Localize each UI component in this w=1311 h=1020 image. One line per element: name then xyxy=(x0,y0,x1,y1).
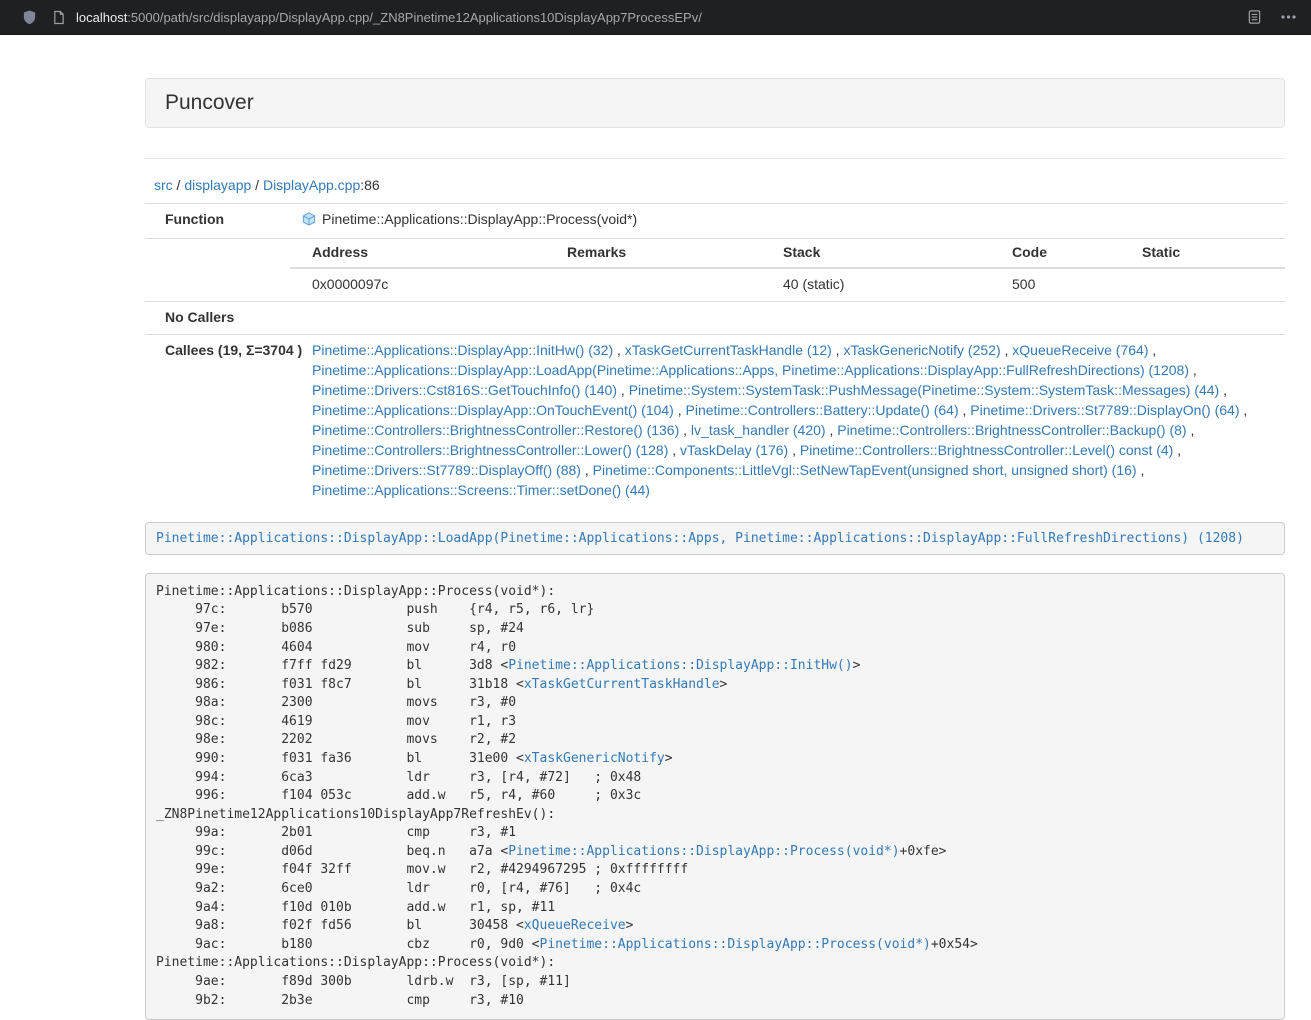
code-symbol-link[interactable]: Pinetime::Applications::DisplayApp::Proc… xyxy=(540,937,931,952)
divider xyxy=(145,158,1285,159)
callee-link[interactable]: lv_task_handler (420) xyxy=(691,422,826,438)
address-value: 0x0000097c xyxy=(290,268,545,301)
stack-value: 40 (static) xyxy=(761,268,990,301)
breadcrumb-separator: / xyxy=(173,177,185,193)
function-table: Function Pinetime::Applications::Display… xyxy=(145,203,1285,507)
code-symbol-link[interactable]: xQueueReceive xyxy=(524,918,626,933)
code-symbol-link[interactable]: Pinetime::Applications::DisplayApp::Proc… xyxy=(508,844,899,859)
col-stack: Stack xyxy=(761,239,990,268)
page-favicon-icon xyxy=(52,10,65,25)
callee-link[interactable]: Pinetime::Drivers::St7789::DisplayOn() (… xyxy=(970,402,1239,418)
callee-link[interactable]: Pinetime::Controllers::BrightnessControl… xyxy=(837,422,1186,438)
callee-link[interactable]: Pinetime::Applications::Screens::Timer::… xyxy=(312,482,650,498)
table-row: No Callers xyxy=(145,301,1285,334)
breadcrumb-separator: / xyxy=(251,177,263,193)
code-symbol-link[interactable]: Pinetime::Applications::DisplayApp::Init… xyxy=(508,658,852,673)
callee-link[interactable]: Pinetime::Controllers::BrightnessControl… xyxy=(312,422,679,438)
code-value: 500 xyxy=(990,268,1120,301)
table-row: Function Pinetime::Applications::Display… xyxy=(145,204,1285,239)
no-callers-label: No Callers xyxy=(145,301,290,334)
callee-link[interactable]: xQueueReceive (764) xyxy=(1012,342,1148,358)
callee-link[interactable]: Pinetime::Applications::DisplayApp::Load… xyxy=(312,362,1189,378)
selected-symbol-box: Pinetime::Applications::DisplayApp::Load… xyxy=(145,522,1285,555)
callee-link[interactable]: Pinetime::Controllers::BrightnessControl… xyxy=(312,442,668,458)
table-row: 0x0000097c 40 (static) 500 xyxy=(290,268,1285,301)
table-row: Callees (19, Σ=3704 ) Pinetime::Applicat… xyxy=(145,334,1285,506)
callee-link[interactable]: Pinetime::Controllers::BrightnessControl… xyxy=(800,442,1173,458)
page-content: Puncover src / displayapp / DisplayApp.c… xyxy=(145,78,1285,1020)
code-symbol-link[interactable]: xTaskGetCurrentTaskHandle xyxy=(524,677,720,692)
callee-link[interactable]: Pinetime::Controllers::Battery::Update()… xyxy=(686,402,959,418)
function-name: Pinetime::Applications::DisplayApp::Proc… xyxy=(322,211,637,227)
callee-link[interactable]: vTaskDelay (176) xyxy=(680,442,788,458)
shield-icon[interactable] xyxy=(22,9,37,25)
static-value xyxy=(1120,268,1285,301)
code-symbol-link[interactable]: xTaskGenericNotify xyxy=(524,751,665,766)
callee-link[interactable]: xTaskGetCurrentTaskHandle (12) xyxy=(625,342,832,358)
app-header-panel: Puncover xyxy=(145,78,1285,128)
col-remarks: Remarks xyxy=(545,239,761,268)
reader-mode-icon[interactable] xyxy=(1247,9,1262,25)
callee-link[interactable]: Pinetime::Drivers::St7789::DisplayOff() … xyxy=(312,462,581,478)
function-stats-table: Address Remarks Stack Code Static 0x0000… xyxy=(290,239,1285,301)
callee-link[interactable]: Pinetime::Components::LittleVgl::SetNewT… xyxy=(593,462,1137,478)
breadcrumb: src / displayapp / DisplayApp.cpp:86 xyxy=(145,177,1285,193)
breadcrumb-line-number: :86 xyxy=(360,177,379,193)
function-symbol-icon xyxy=(302,212,316,232)
col-code: Code xyxy=(990,239,1120,268)
remarks-value xyxy=(545,268,761,301)
selected-symbol-link[interactable]: Pinetime::Applications::DisplayApp::Load… xyxy=(156,531,1244,546)
callee-link[interactable]: Pinetime::Applications::DisplayApp::OnTo… xyxy=(312,402,674,418)
callees-label: Callees (19, Σ=3704 ) xyxy=(145,334,290,506)
menu-icon[interactable] xyxy=(1280,9,1297,25)
callee-link[interactable]: Pinetime::Drivers::Cst816S::GetTouchInfo… xyxy=(312,382,617,398)
browser-toolbar: localhost:5000/path/src/displayapp/Displ… xyxy=(0,0,1311,35)
callee-link[interactable]: Pinetime::System::SystemTask::PushMessag… xyxy=(629,382,1220,398)
col-static: Static xyxy=(1120,239,1285,268)
callee-link[interactable]: Pinetime::Applications::DisplayApp::Init… xyxy=(312,342,613,358)
page-title: Puncover xyxy=(165,91,1265,115)
url-path: :5000/path/src/displayapp/DisplayApp.cpp… xyxy=(127,10,702,25)
function-label: Function xyxy=(145,204,290,239)
breadcrumb-link[interactable]: DisplayApp.cpp xyxy=(263,177,360,193)
breadcrumb-link[interactable]: src xyxy=(154,177,173,193)
breadcrumb-link[interactable]: displayapp xyxy=(184,177,251,193)
col-address: Address xyxy=(290,239,545,268)
callees-list: Pinetime::Applications::DisplayApp::Init… xyxy=(290,334,1285,506)
url-host: localhost xyxy=(76,10,127,25)
callee-link[interactable]: xTaskGenericNotify (252) xyxy=(843,342,1000,358)
table-header-row: Address Remarks Stack Code Static xyxy=(290,239,1285,268)
disassembly-block: Pinetime::Applications::DisplayApp::Proc… xyxy=(145,573,1285,1020)
url-bar[interactable]: localhost:5000/path/src/displayapp/Displ… xyxy=(76,10,1247,25)
table-row: Address Remarks Stack Code Static 0x0000… xyxy=(145,238,1285,301)
